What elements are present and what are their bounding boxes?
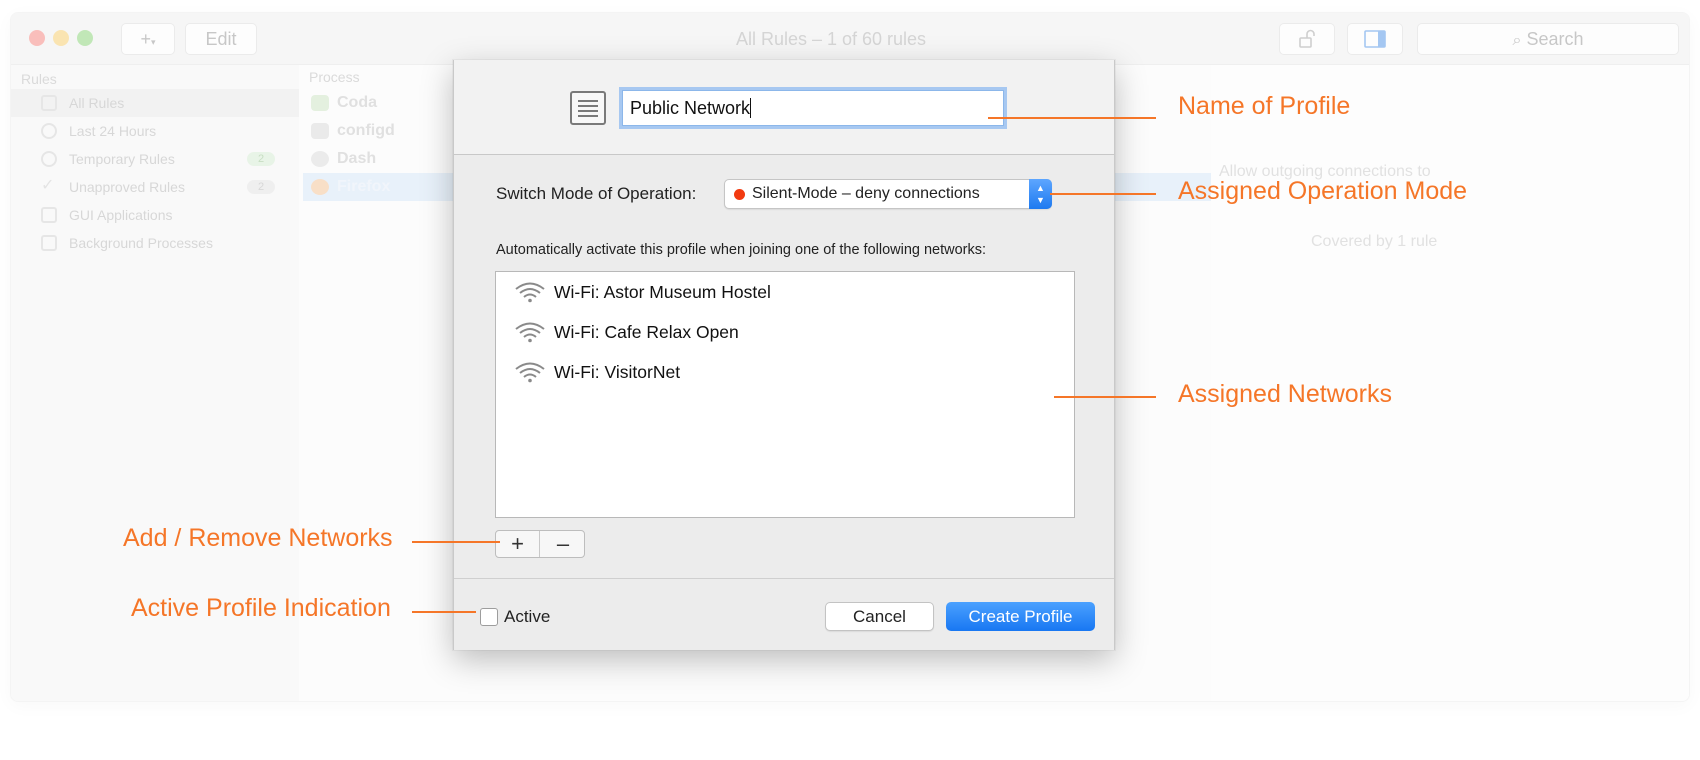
sidebar-item-last-24-hours[interactable]: Last 24 Hours xyxy=(11,117,299,145)
sidebar-item-all-rules[interactable]: All Rules xyxy=(11,89,299,117)
dash-icon xyxy=(311,151,329,167)
updown-chevron-icon: ▲ ▼ xyxy=(1029,179,1052,209)
wifi-icon xyxy=(515,362,545,383)
count-badge: 2 xyxy=(247,180,275,194)
search-field[interactable]: ⌕ Search xyxy=(1417,23,1679,55)
sidebar-item-label: Background Processes xyxy=(69,235,213,251)
callout-line-networks xyxy=(1054,396,1156,398)
sidebar-item-gui-applications[interactable]: GUI Applications xyxy=(11,201,299,229)
dialog-footer: Active Cancel Create Profile xyxy=(454,578,1114,650)
add-rule-label: + xyxy=(140,29,151,49)
network-label: Wi-Fi: Astor Museum Hostel xyxy=(554,282,771,302)
network-label: Wi-Fi: VisitorNet xyxy=(554,362,681,382)
list-item[interactable]: Wi-Fi: VisitorNet xyxy=(496,352,1074,390)
list-item[interactable]: Wi-Fi: Astor Museum Hostel xyxy=(496,272,1074,310)
titlebar: +▾ Edit All Rules – 1 of 60 rules ⌕ Sear… xyxy=(11,13,1689,65)
add-network-button[interactable]: + xyxy=(496,531,540,557)
annotation-operation-mode: Assigned Operation Mode xyxy=(1178,177,1468,205)
search-icon: ⌕ xyxy=(1512,32,1522,49)
edit-button[interactable]: Edit xyxy=(185,23,257,55)
sidebar-item-label: Unapproved Rules xyxy=(69,179,185,195)
network-label: Wi-Fi: Cafe Relax Open xyxy=(554,322,739,342)
process-icon xyxy=(41,235,57,251)
search-placeholder: Search xyxy=(1526,29,1584,49)
active-checkbox-label[interactable]: Active xyxy=(504,607,550,627)
create-profile-button[interactable]: Create Profile xyxy=(946,602,1095,631)
app-icon xyxy=(41,207,57,223)
dialog-header: Public Network xyxy=(454,60,1114,155)
process-column-header: Process xyxy=(309,69,360,85)
clock-icon xyxy=(41,123,57,139)
sidebar-panel-icon xyxy=(1364,30,1386,48)
text-caret xyxy=(750,98,752,118)
remove-network-button[interactable]: – xyxy=(541,531,585,557)
sidebar-section-title: Rules xyxy=(21,71,57,87)
process-name: Firefox xyxy=(337,178,391,195)
profile-list-icon xyxy=(570,91,606,125)
sidebar-item-label: GUI Applications xyxy=(69,207,173,223)
sidebar-item-label: Temporary Rules xyxy=(69,151,175,167)
add-remove-networks-control: + – xyxy=(495,530,585,558)
sidebar-item-label: All Rules xyxy=(69,95,125,111)
sidebar-item-background-processes[interactable]: Background Processes xyxy=(11,229,299,257)
sidebar-item-temporary-rules[interactable]: Temporary Rules 2 xyxy=(11,145,299,173)
firefox-icon xyxy=(311,179,329,195)
active-checkbox[interactable] xyxy=(480,608,498,626)
annotation-name-of-profile: Name of Profile xyxy=(1178,92,1351,120)
list-item[interactable]: Wi-Fi: Cafe Relax Open xyxy=(496,312,1074,350)
mode-status-dot xyxy=(734,189,745,200)
minimize-window-button[interactable] xyxy=(53,30,69,46)
cancel-button[interactable]: Cancel xyxy=(825,602,934,631)
networks-caption: Automatically activate this profile when… xyxy=(496,242,987,258)
annotation-add-remove-networks: Add / Remove Networks xyxy=(123,524,393,552)
unlock-icon xyxy=(1299,29,1315,48)
callout-line-add-remove xyxy=(412,541,500,543)
checkmark-icon: ✓ xyxy=(41,177,55,194)
sidebar-item-label: Last 24 Hours xyxy=(69,123,157,139)
wifi-icon xyxy=(515,282,545,303)
coda-icon xyxy=(311,95,329,111)
timer-icon xyxy=(41,151,57,167)
profile-name-value: Public Network xyxy=(630,98,751,118)
annotation-active-profile: Active Profile Indication xyxy=(131,594,391,622)
window-title: All Rules – 1 of 60 rules xyxy=(735,29,927,49)
process-name: Dash xyxy=(337,150,377,167)
profile-name-input[interactable]: Public Network xyxy=(622,90,1004,126)
process-name: Coda xyxy=(337,94,377,111)
count-badge: 2 xyxy=(247,152,275,166)
annotation-assigned-networks: Assigned Networks xyxy=(1178,380,1392,408)
process-name: configd xyxy=(337,122,395,139)
close-window-button[interactable] xyxy=(29,30,45,46)
networks-list[interactable]: Wi-Fi: Astor Museum Hostel Wi-Fi: Cafe R… xyxy=(495,271,1075,518)
zoom-window-button[interactable] xyxy=(77,30,93,46)
sidebar-item-unapproved-rules[interactable]: ✓ Unapproved Rules 2 xyxy=(11,173,299,201)
mode-of-operation-select[interactable]: Silent-Mode – deny connections ▲ ▼ xyxy=(724,179,1052,209)
toggle-inspector-button[interactable] xyxy=(1347,23,1403,55)
callout-line-mode xyxy=(1050,193,1156,195)
mode-of-operation-label: Switch Mode of Operation: xyxy=(496,184,697,203)
folder-icon xyxy=(311,123,329,139)
callout-line-name xyxy=(988,117,1156,119)
lock-button[interactable] xyxy=(1279,23,1335,55)
mode-selected-value: Silent-Mode – deny connections xyxy=(752,185,980,202)
list-icon xyxy=(41,95,57,111)
callout-line-active xyxy=(412,611,476,613)
details-covered: Covered by 1 rule xyxy=(1311,233,1438,250)
wifi-icon xyxy=(515,322,545,343)
create-profile-dialog: Public Network Switch Mode of Operation:… xyxy=(453,60,1115,650)
add-rule-button[interactable]: +▾ xyxy=(121,23,175,55)
